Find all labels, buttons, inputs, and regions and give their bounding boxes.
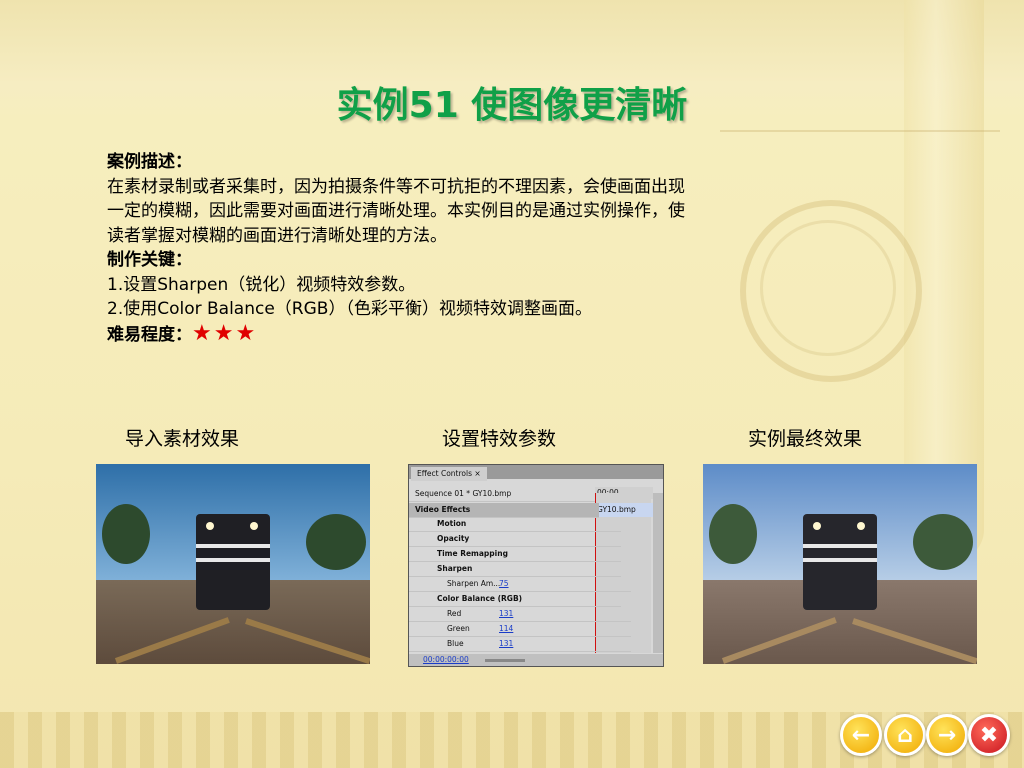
key-item: 2.使用Color Balance（RGB）（色彩平衡）视频特效调整画面。 — [107, 299, 592, 319]
effect-controls-tab[interactable]: Effect Controls × — [411, 467, 487, 481]
video-effects-header: Video Effects — [409, 503, 599, 518]
timecode-bottom[interactable]: 00:00:00:00 — [423, 655, 469, 664]
arrow-right-icon: → — [937, 722, 957, 748]
description-line: 读者掌握对模糊的画面进行清晰处理的方法。 — [107, 225, 447, 246]
home-button[interactable]: ⌂ — [884, 714, 926, 756]
difficulty-label: 难易程度： — [107, 324, 192, 345]
home-icon: ⌂ — [897, 722, 913, 748]
photo-final — [703, 464, 977, 664]
param-row-red: Red 131 — [409, 607, 631, 622]
description-heading: 案例描述： — [107, 152, 192, 172]
effect-controls-tab-bar: Effect Controls × — [409, 465, 663, 481]
panel-footer: 00:00:00:00 — [409, 654, 663, 666]
tree-shape — [709, 504, 757, 564]
param-row-green: Green 114 — [409, 622, 631, 637]
photo-original — [96, 464, 370, 664]
slide-body: 案例描述： 在素材录制或者采集时，因为拍摄条件等不可抗拒的不理因素，会使画面出现… — [107, 150, 907, 347]
sequence-label: Sequence 01 * GY10.bmp — [409, 487, 599, 502]
effect-row-color-balance[interactable]: Color Balance (RGB) — [409, 592, 621, 607]
zoom-slider[interactable] — [485, 658, 526, 662]
effect-row-time-remapping[interactable]: Time Remapping — [409, 547, 621, 562]
tree-shape — [102, 504, 150, 564]
param-label: Sharpen Am... — [447, 579, 501, 588]
key-heading: 制作关键： — [107, 250, 192, 270]
param-label: Red — [447, 609, 462, 618]
locomotive-shape — [196, 514, 270, 610]
locomotive-shape — [803, 514, 877, 610]
caption-left: 导入素材效果 — [125, 428, 240, 450]
arrow-left-icon: ← — [851, 722, 871, 748]
difficulty-row: 难易程度：★★★ — [107, 320, 907, 348]
next-button[interactable]: → — [926, 714, 968, 756]
close-icon: ✖ — [979, 722, 999, 748]
param-row-blue: Blue 131 — [409, 637, 631, 652]
tree-shape — [306, 514, 366, 570]
green-value[interactable]: 114 — [499, 622, 513, 636]
close-button[interactable]: ✖ — [968, 714, 1010, 756]
decorative-rule — [720, 130, 1000, 132]
param-label: Green — [447, 624, 470, 633]
sharpen-amount-value[interactable]: 75 — [499, 577, 509, 591]
param-label: Blue — [447, 639, 464, 648]
description-line: 在素材录制或者采集时，因为拍摄条件等不可抗拒的不理因素，会使画面出现 — [107, 176, 685, 197]
prev-button[interactable]: ← — [840, 714, 882, 756]
effect-controls-panel[interactable]: Effect Controls × Sequence 01 * GY10.bmp… — [408, 464, 664, 667]
difficulty-stars: ★★★ — [192, 320, 258, 346]
slide-title: 实例51 使图像更清晰 — [336, 85, 688, 126]
effect-row-sharpen[interactable]: Sharpen — [409, 562, 621, 577]
caption-middle: 设置特效参数 — [442, 428, 557, 450]
panel-scrollbar[interactable] — [653, 493, 663, 653]
caption-right: 实例最终效果 — [748, 428, 863, 450]
key-item: 1.设置Sharpen（锐化）视频特效参数。 — [107, 274, 416, 295]
blue-value[interactable]: 131 — [499, 637, 513, 651]
tree-shape — [913, 514, 973, 570]
effect-row-opacity[interactable]: Opacity — [409, 532, 621, 547]
clip-label[interactable]: GY10.bmp — [595, 503, 653, 517]
red-value[interactable]: 131 — [499, 607, 513, 621]
param-row-sharpen-amount: Sharpen Am... 75 — [409, 577, 631, 592]
effect-row-motion[interactable]: Motion — [409, 517, 621, 532]
description-line: 一定的模糊，因此需要对画面进行清晰处理。本实例目的是通过实例操作，使 — [107, 201, 685, 221]
